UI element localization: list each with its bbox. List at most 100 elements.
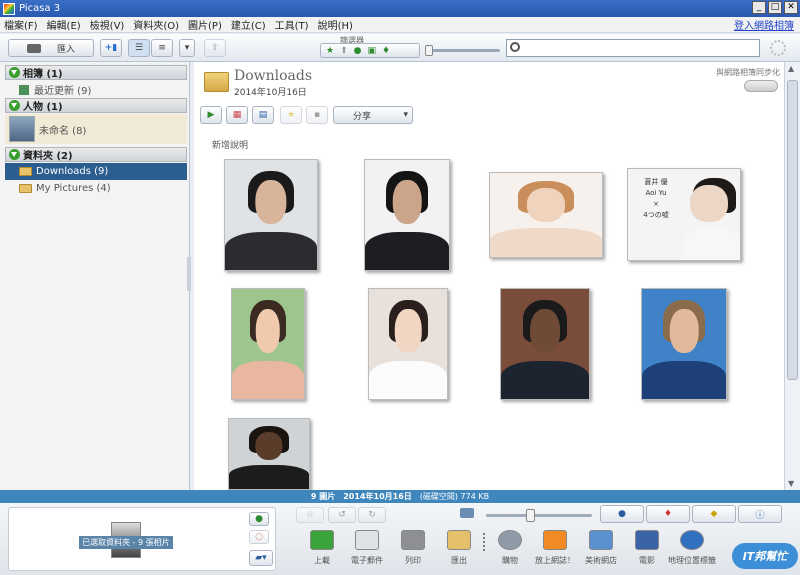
menu-tools[interactable]: 工具(T) — [275, 17, 309, 32]
export-icon — [447, 530, 471, 550]
sidebar-item-label: 最近更新 (9) — [34, 86, 92, 97]
movie-button[interactable]: ▤ — [252, 106, 274, 124]
collapse-arrow-icon[interactable] — [9, 100, 20, 111]
add-to-album-button[interactable]: +▮ — [100, 39, 122, 57]
photo-thumbnail[interactable] — [489, 172, 603, 258]
signin-link[interactable]: 登入網路相簿 — [734, 17, 794, 32]
star-button[interactable]: ★ — [280, 106, 302, 124]
toolbar: 匯入 +▮ ☰ ≡ ▾ ⇪ 篩選器 ★ ⬆ ● ▣ ♦ — [0, 34, 800, 62]
sidebar-item-my-pictures[interactable]: My Pictures (4) — [5, 180, 187, 197]
save-button[interactable]: ▪ — [306, 106, 328, 124]
collage-button[interactable]: ▦ — [226, 106, 248, 124]
vertical-scrollbar[interactable]: ▲ ▼ — [784, 62, 800, 490]
print-button[interactable] — [398, 527, 428, 553]
folders-section-header[interactable]: 資料夾 (2) — [5, 147, 187, 162]
email-button[interactable] — [352, 527, 382, 553]
tags-tab-button[interactable]: ◆ — [692, 505, 736, 523]
people-tab-button[interactable]: ● — [600, 505, 644, 523]
chevron-down-icon: ▾ — [403, 110, 408, 120]
search-input[interactable] — [506, 39, 760, 57]
sidebar-item-recent[interactable]: 最近更新 (9) — [5, 81, 187, 98]
geotag-button[interactable] — [677, 527, 707, 553]
share-button[interactable]: 分享 ▾ — [333, 106, 413, 124]
albums-section-header[interactable]: 相簿 (1) — [5, 65, 187, 80]
sidebar-item-label: Downloads (9) — [36, 166, 109, 177]
hold-button[interactable]: ● — [249, 512, 269, 526]
info-tab-button[interactable]: ⓘ — [738, 505, 782, 523]
sidebar-item-unnamed-person[interactable]: 未命名 (8) — [5, 114, 187, 144]
caption-input[interactable]: 新增說明 — [212, 138, 248, 151]
upload-button[interactable] — [307, 527, 337, 553]
geotag-filter-icon[interactable]: ♦ — [382, 46, 390, 56]
album-icon: ▰▾ — [255, 553, 267, 563]
play-icon: ▶ — [207, 110, 215, 120]
clear-button[interactable]: ○ — [249, 530, 269, 544]
sidebar-item-downloads[interactable]: Downloads (9) — [5, 163, 187, 180]
watermark-text: IT邦幫忙 — [742, 550, 788, 563]
star-action-button[interactable]: ☆ — [296, 507, 324, 523]
filter-slider-thumb[interactable] — [425, 45, 433, 56]
geotag-icon — [680, 530, 704, 550]
photo-body-shape — [369, 360, 447, 399]
menu-view[interactable]: 檢視(V) — [90, 17, 125, 32]
scroll-down-arrow-icon[interactable]: ▼ — [788, 479, 794, 488]
menu-picture[interactable]: 圖片(P) — [188, 17, 222, 32]
photo-thumbnail[interactable] — [224, 159, 318, 271]
photo-body-shape — [232, 360, 304, 399]
close-button[interactable]: ✕ — [784, 1, 798, 14]
menu-help[interactable]: 說明(H) — [318, 17, 353, 32]
upload-filter-icon[interactable]: ⬆ — [340, 46, 348, 56]
shopping-button[interactable] — [495, 527, 525, 553]
export-button[interactable] — [444, 527, 474, 553]
slideshow-button[interactable]: ▶ — [200, 106, 222, 124]
upload-button[interactable]: ⇪ — [204, 39, 226, 57]
import-button[interactable]: 匯入 — [8, 39, 94, 57]
photo-thumbnail[interactable] — [500, 288, 590, 400]
tree-view-button[interactable]: ≡ — [151, 39, 173, 57]
web-store-button[interactable] — [586, 527, 616, 553]
collapse-arrow-icon[interactable] — [9, 149, 20, 160]
photo-thumbnail[interactable] — [641, 288, 727, 400]
people-section-header[interactable]: 人物 (1) — [5, 98, 187, 113]
person-filter-icon[interactable]: ● — [354, 46, 362, 56]
photo-thumbnail[interactable] — [368, 288, 448, 400]
film-icon: ▤ — [258, 110, 268, 120]
photo-tray: 已選取資料夾 - 9 張相片 ● ○ ▰▾ ☆ ↺ ↻ ● ♦ ◆ ⓘ 上載 電子… — [0, 503, 800, 575]
ithelp-watermark: IT邦幫忙 — [732, 543, 798, 569]
photo-body-shape — [642, 360, 726, 399]
menu-create[interactable]: 建立(C) — [231, 17, 266, 32]
list-view-button[interactable]: ☰ — [128, 39, 150, 57]
filter-slider[interactable] — [425, 45, 500, 56]
maximize-button[interactable]: □ — [768, 1, 782, 14]
movie-filter-icon[interactable]: ▣ — [367, 46, 376, 56]
rotate-right-button[interactable]: ↻ — [358, 507, 386, 523]
blog-button[interactable] — [540, 527, 570, 553]
sidebar-item-label: My Pictures (4) — [36, 183, 111, 194]
thumbnail-size-slider[interactable] — [486, 509, 592, 522]
menu-edit[interactable]: 編輯(E) — [47, 17, 81, 32]
photo-thumbnail[interactable]: 蒼井 優 Aoi Yu × 4つの嘘 — [627, 168, 741, 261]
movie-button[interactable] — [632, 527, 662, 553]
folder-view: Downloads 2014年10月16日 與網路相簿同步化 ▶ ▦ ▤ ★ ▪… — [194, 62, 784, 490]
menu-folder[interactable]: 資料夾(O) — [133, 17, 179, 32]
rotate-left-button[interactable]: ↺ — [328, 507, 356, 523]
view-dropdown-button[interactable]: ▾ — [179, 39, 195, 57]
places-tab-button[interactable]: ♦ — [646, 505, 690, 523]
photo-body-shape — [490, 227, 602, 257]
add-to-button[interactable]: ▰▾ — [249, 550, 273, 566]
scroll-thumb[interactable] — [787, 80, 798, 380]
star-filter-icon[interactable]: ★ — [326, 46, 334, 56]
minimize-button[interactable]: _ — [752, 1, 766, 14]
photo-thumbnail[interactable] — [231, 288, 305, 400]
scroll-up-arrow-icon[interactable]: ▲ — [788, 64, 794, 73]
collapse-arrow-icon[interactable] — [9, 67, 20, 78]
thumbnail-size-thumb[interactable] — [526, 509, 535, 522]
photo-body-shape — [225, 231, 317, 270]
search-icon — [510, 42, 520, 52]
sidebar-splitter[interactable] — [187, 257, 191, 291]
sync-toggle[interactable] — [744, 80, 778, 92]
menu-file[interactable]: 檔案(F) — [4, 17, 38, 32]
upload-icon — [310, 530, 334, 550]
photo-thumbnail[interactable] — [228, 418, 310, 490]
photo-thumbnail[interactable] — [364, 159, 450, 271]
